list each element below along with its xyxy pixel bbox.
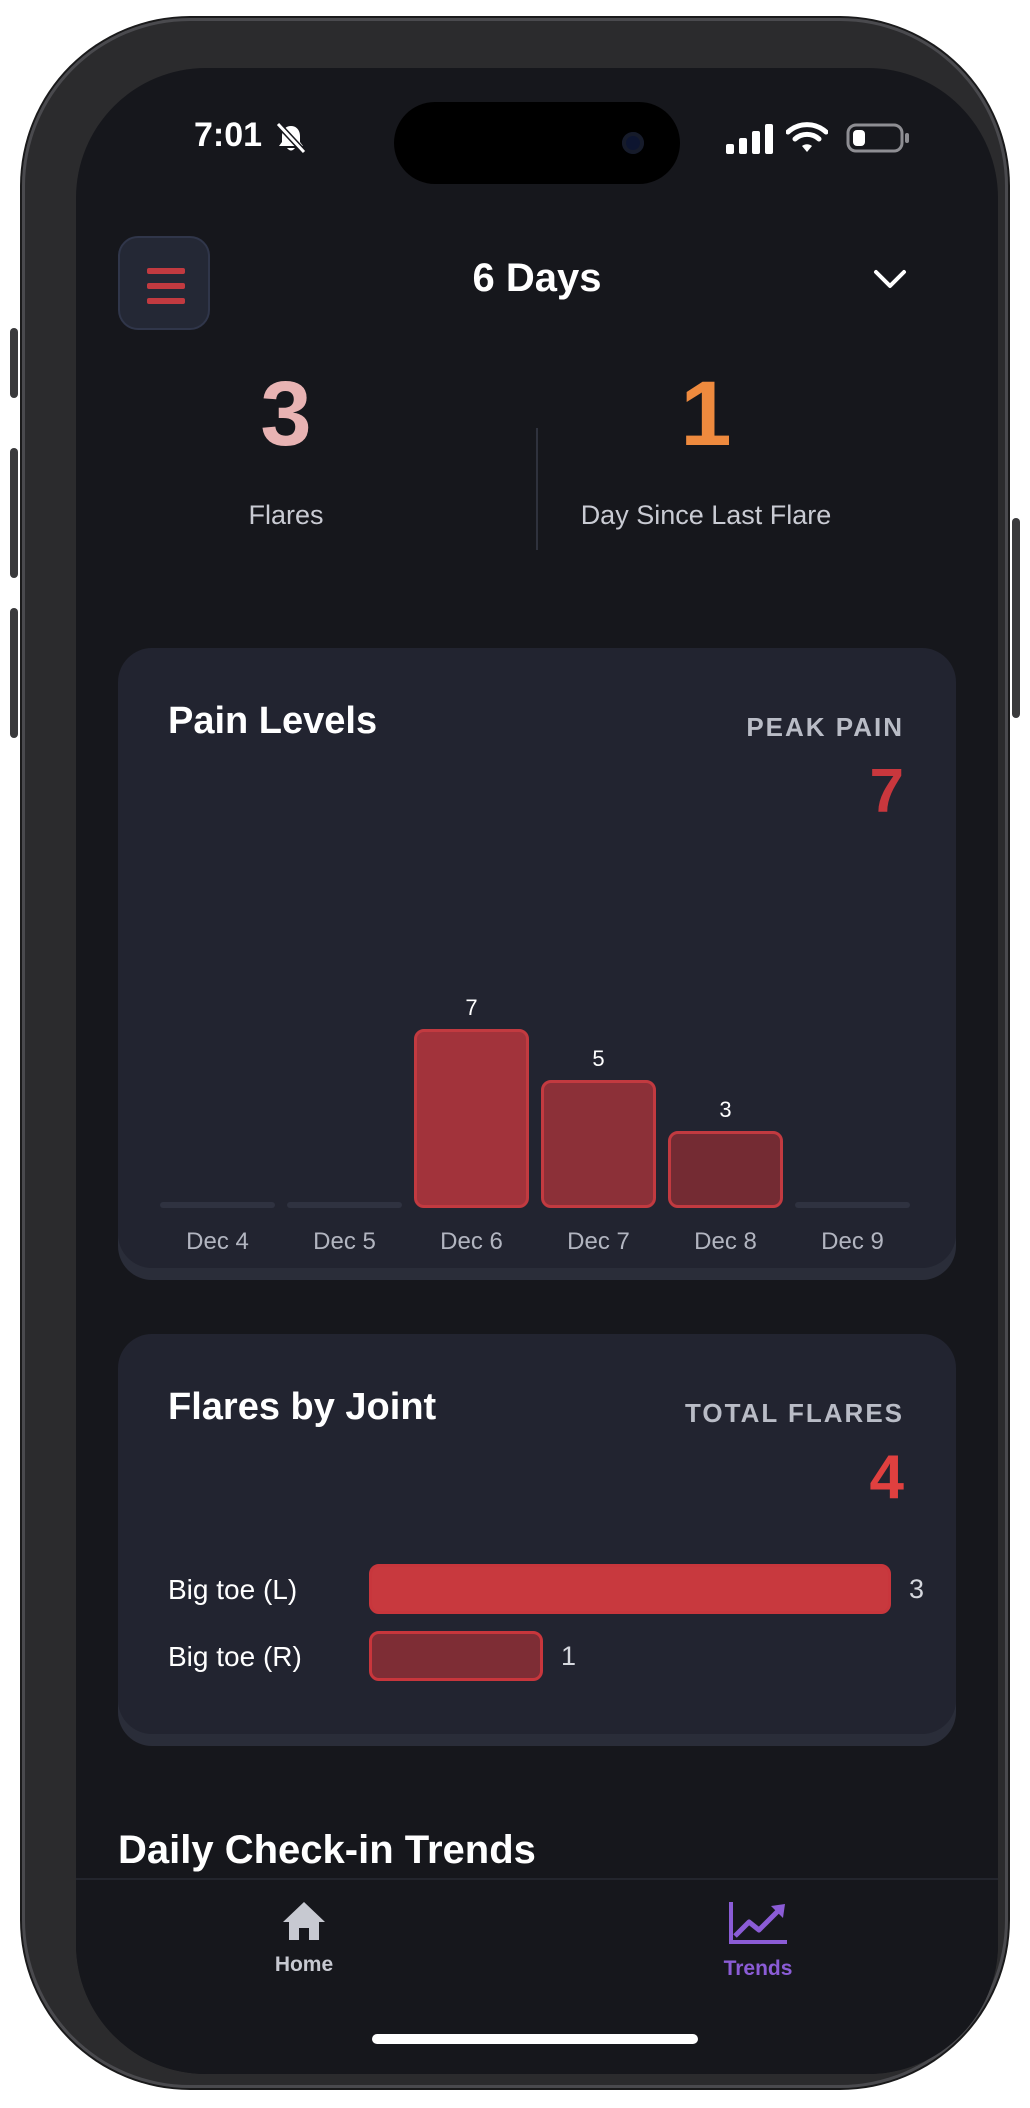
bar[interactable] bbox=[541, 1080, 656, 1208]
trends-icon bbox=[729, 1902, 787, 1944]
bar[interactable] bbox=[668, 1131, 783, 1208]
signal-icon bbox=[726, 124, 773, 154]
bar[interactable] bbox=[414, 1029, 529, 1208]
battery-icon bbox=[846, 123, 909, 153]
stat-days-since-label: Day Since Last Flare bbox=[580, 500, 832, 530]
stat-flares-label: Flares bbox=[248, 500, 324, 530]
bar-value-label: 3 bbox=[719, 1097, 732, 1122]
x-tick-label: Dec 6 bbox=[440, 1228, 503, 1255]
joint-label: Big toe (L) bbox=[168, 1574, 298, 1605]
x-tick-label: Dec 5 bbox=[313, 1228, 376, 1255]
section-title-trends: Daily Check-in Trends bbox=[118, 1828, 536, 1872]
home-indicator bbox=[372, 2034, 698, 2044]
x-tick-label: Dec 7 bbox=[567, 1228, 630, 1255]
x-tick-label: Dec 4 bbox=[186, 1228, 249, 1255]
volume-down-button bbox=[10, 608, 18, 738]
pain-bar-chart: Dec 4 Dec 5 7 Dec 6 5 Dec 7 3 Dec 8 Dec 9 bbox=[160, 938, 920, 1255]
peak-pain-label: PEAK PAIN bbox=[746, 712, 904, 742]
phone-frame: 7:01 6 Days 3 Flares 1 Day Since Last Fl… bbox=[10, 18, 1020, 2088]
home-icon bbox=[283, 1902, 325, 1940]
wifi-icon bbox=[786, 122, 828, 152]
dynamic-island bbox=[394, 102, 680, 184]
bar-empty bbox=[160, 1202, 275, 1208]
stat-days-since-value: 1 bbox=[680, 363, 732, 465]
peak-pain-value: 7 bbox=[869, 757, 904, 826]
chevron-down-icon[interactable] bbox=[872, 264, 908, 294]
power-button bbox=[1012, 518, 1020, 718]
stat-days-since: 1 Day Since Last Flare bbox=[506, 368, 906, 531]
stat-flares: 3 Flares bbox=[86, 368, 486, 531]
joint-count: 1 bbox=[561, 1641, 577, 1671]
joint-count: 3 bbox=[909, 1574, 925, 1604]
joint-bar[interactable] bbox=[369, 1564, 891, 1614]
volume-up-button bbox=[10, 448, 18, 578]
tab-home-label: Home bbox=[274, 1953, 334, 1976]
period-title[interactable]: 6 Days bbox=[76, 256, 998, 301]
joint-label: Big toe (R) bbox=[168, 1641, 302, 1672]
bar-empty bbox=[795, 1202, 910, 1208]
screen: 7:01 6 Days 3 Flares 1 Day Since Last Fl… bbox=[76, 68, 998, 2074]
total-flares-label: TOTAL FLARES bbox=[685, 1398, 904, 1428]
action-button bbox=[10, 328, 18, 398]
tab-trends[interactable]: Trends bbox=[688, 1900, 828, 1981]
tab-trends-label: Trends bbox=[723, 1957, 793, 1980]
flares-by-joint-card: Flares by Joint TOTAL FLARES 4 Big toe (… bbox=[118, 1334, 956, 1734]
total-flares-value: 4 bbox=[869, 1443, 904, 1512]
pain-levels-card: Pain Levels PEAK PAIN 7 Dec 4 Dec 5 7 Dec 6… bbox=[118, 648, 956, 1268]
joint-bar[interactable] bbox=[369, 1631, 543, 1681]
x-tick-label: Dec 9 bbox=[821, 1228, 884, 1255]
tab-bar: Home Trends bbox=[76, 1878, 998, 2074]
status-time: 7:01 bbox=[194, 116, 263, 154]
x-tick-label: Dec 8 bbox=[694, 1228, 757, 1255]
camera-icon bbox=[622, 132, 644, 154]
bar-value-label: 5 bbox=[592, 1046, 605, 1071]
bar-empty bbox=[287, 1202, 402, 1208]
bar-value-label: 7 bbox=[465, 995, 478, 1020]
pain-card-title: Pain Levels bbox=[168, 700, 378, 742]
stat-flares-value: 3 bbox=[260, 363, 312, 465]
joints-card-title: Flares by Joint bbox=[168, 1386, 437, 1428]
bell-slash-icon bbox=[275, 122, 307, 154]
tab-home[interactable]: Home bbox=[234, 1900, 374, 1977]
